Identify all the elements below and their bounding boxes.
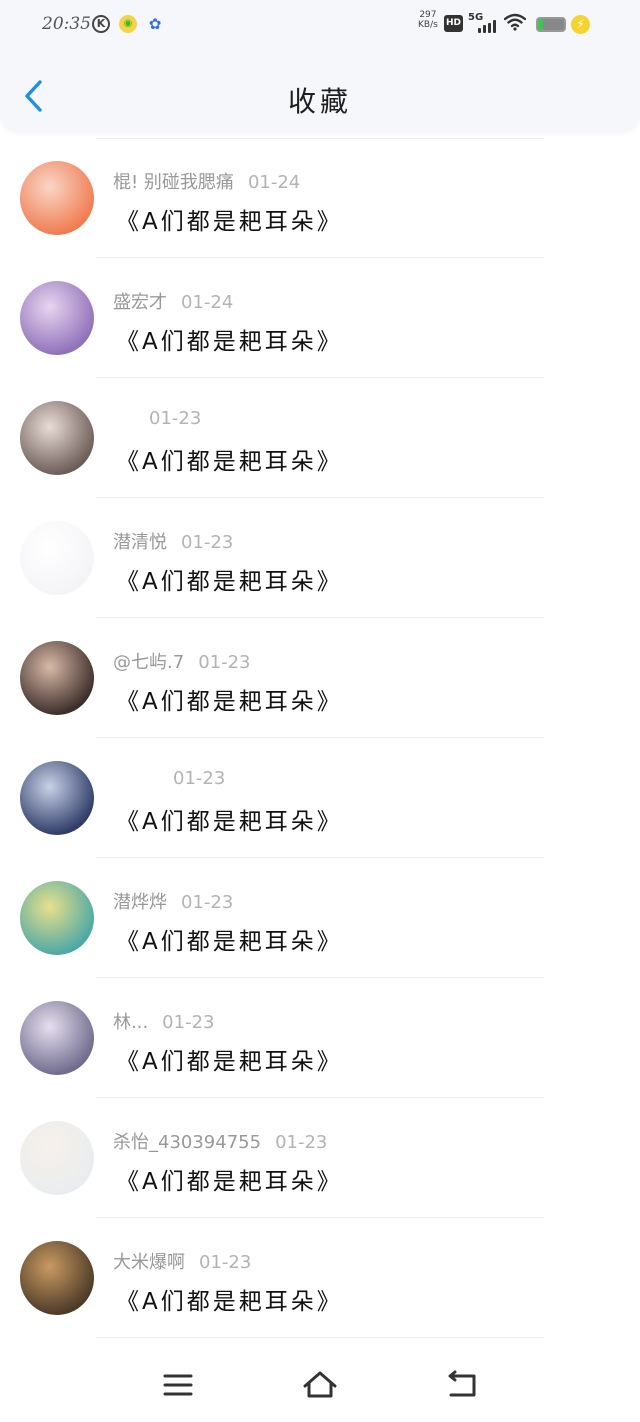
item-meta: 盛宏才 01-24: [113, 288, 233, 314]
paw-app-icon: ✿: [148, 15, 162, 33]
username[interactable]: 潜清悦: [113, 532, 167, 553]
favorite-item[interactable]: 林... 01-23 《A们都是耙耳朵》: [0, 978, 640, 1098]
avatar[interactable]: [20, 1241, 94, 1315]
item-content[interactable]: 《A们都是耙耳朵》: [116, 922, 343, 956]
item-meta: 01-23: [113, 408, 201, 429]
avatar[interactable]: [20, 761, 94, 835]
item-meta: 棍! 别碰我腮痛 01-24: [113, 168, 300, 194]
item-content[interactable]: 《A们都是耙耳朵》: [116, 562, 343, 596]
favorite-item[interactable]: 盛宏才 01-24 《A们都是耙耳朵》: [0, 258, 640, 378]
wifi-icon: [503, 13, 527, 36]
item-content[interactable]: 《A们都是耙耳朵》: [116, 802, 343, 836]
item-date: 01-23: [199, 1252, 252, 1273]
item-meta: 大米爆啊 01-23: [113, 1248, 251, 1274]
username[interactable]: 潜烨烨: [113, 892, 167, 913]
system-back-button[interactable]: [442, 1368, 482, 1402]
divider: [96, 1337, 544, 1338]
item-content[interactable]: 《A们都是耙耳朵》: [116, 1042, 343, 1076]
bottom-nav: [0, 1348, 640, 1422]
username[interactable]: 林...: [113, 1012, 148, 1033]
item-content[interactable]: 《A们都是耙耳朵》: [116, 322, 343, 356]
menu-button[interactable]: [158, 1368, 198, 1402]
username[interactable]: 大米爆啊: [113, 1252, 185, 1273]
item-meta: 杀怡_430394755 01-23: [113, 1128, 327, 1154]
favorite-item[interactable]: 01-23 《A们都是耙耳朵》: [0, 738, 640, 858]
item-meta: @七屿.7 01-23: [113, 648, 251, 674]
favorite-item[interactable]: 潜清悦 01-23 《A们都是耙耳朵》: [0, 498, 640, 618]
favorite-item[interactable]: @七屿.7 01-23 《A们都是耙耳朵》: [0, 618, 640, 738]
favorite-item[interactable]: 大米爆啊 01-23 《A们都是耙耳朵》: [0, 1218, 640, 1338]
item-content[interactable]: 《A们都是耙耳朵》: [116, 442, 343, 476]
item-date: 01-23: [275, 1132, 328, 1153]
charging-icon: ⚡: [571, 15, 590, 34]
avatar[interactable]: [20, 521, 94, 595]
username[interactable]: 盛宏才: [113, 292, 167, 313]
avatar[interactable]: [20, 641, 94, 715]
username[interactable]: 杀怡_430394755: [113, 1132, 261, 1153]
status-bar: 20:35 K ◉ ✿ 297 KB/s HD 5G ⚡: [0, 0, 640, 50]
status-time: 20:35: [42, 14, 91, 34]
menu-icon: [163, 1374, 193, 1396]
avatar[interactable]: [20, 881, 94, 955]
item-date: 01-23: [181, 532, 234, 553]
hd-badge: HD: [444, 15, 463, 32]
network-speed-unit: KB/s: [418, 20, 438, 30]
avatar[interactable]: [20, 1001, 94, 1075]
favorites-list: 棍! 别碰我腮痛 01-24 《A们都是耙耳朵》 盛宏才 01-24 《A们都是耙耳朵》 0…: [0, 138, 640, 1338]
home-icon: [303, 1371, 337, 1398]
item-date: 01-24: [181, 292, 234, 313]
item-meta: 潜烨烨 01-23: [113, 888, 233, 914]
signal-icon: [478, 20, 498, 33]
favorite-item[interactable]: 01-23 《A们都是耙耳朵》: [0, 378, 640, 498]
item-meta: 01-23: [113, 768, 225, 789]
item-date: 01-24: [247, 172, 301, 193]
home-button[interactable]: [300, 1368, 340, 1402]
owl-app-icon: ◉: [119, 15, 137, 33]
item-date: 01-23: [173, 768, 226, 789]
network-speed: 297 KB/s: [418, 10, 438, 30]
item-content[interactable]: 《A们都是耙耳朵》: [116, 202, 343, 236]
avatar[interactable]: [20, 401, 94, 475]
item-meta: 潜清悦 01-23: [113, 528, 233, 554]
username[interactable]: 棍! 别碰我腮痛: [113, 172, 234, 193]
nav-header: 收藏: [0, 50, 640, 132]
network-speed-value: 297: [419, 10, 437, 20]
avatar[interactable]: [20, 1121, 94, 1195]
item-date: 01-23: [149, 408, 202, 429]
item-meta: 林... 01-23: [113, 1008, 214, 1034]
item-content[interactable]: 《A们都是耙耳朵》: [116, 1282, 343, 1316]
avatar[interactable]: [20, 161, 94, 235]
k-app-icon: K: [92, 15, 110, 33]
battery-icon: [536, 17, 566, 32]
item-date: 01-23: [162, 1012, 215, 1033]
item-content[interactable]: 《A们都是耙耳朵》: [116, 682, 343, 716]
back-icon: [448, 1370, 476, 1397]
item-content[interactable]: 《A们都是耙耳朵》: [116, 1162, 343, 1196]
item-date: 01-23: [198, 652, 251, 673]
avatar[interactable]: [20, 281, 94, 355]
item-date: 01-23: [181, 892, 234, 913]
favorite-item[interactable]: 潜烨烨 01-23 《A们都是耙耳朵》: [0, 858, 640, 978]
favorite-item[interactable]: 棍! 别碰我腮痛 01-24 《A们都是耙耳朵》: [0, 138, 640, 258]
username[interactable]: @七屿.7: [113, 652, 184, 673]
favorite-item[interactable]: 杀怡_430394755 01-23 《A们都是耙耳朵》: [0, 1098, 640, 1218]
page-title: 收藏: [287, 85, 352, 118]
